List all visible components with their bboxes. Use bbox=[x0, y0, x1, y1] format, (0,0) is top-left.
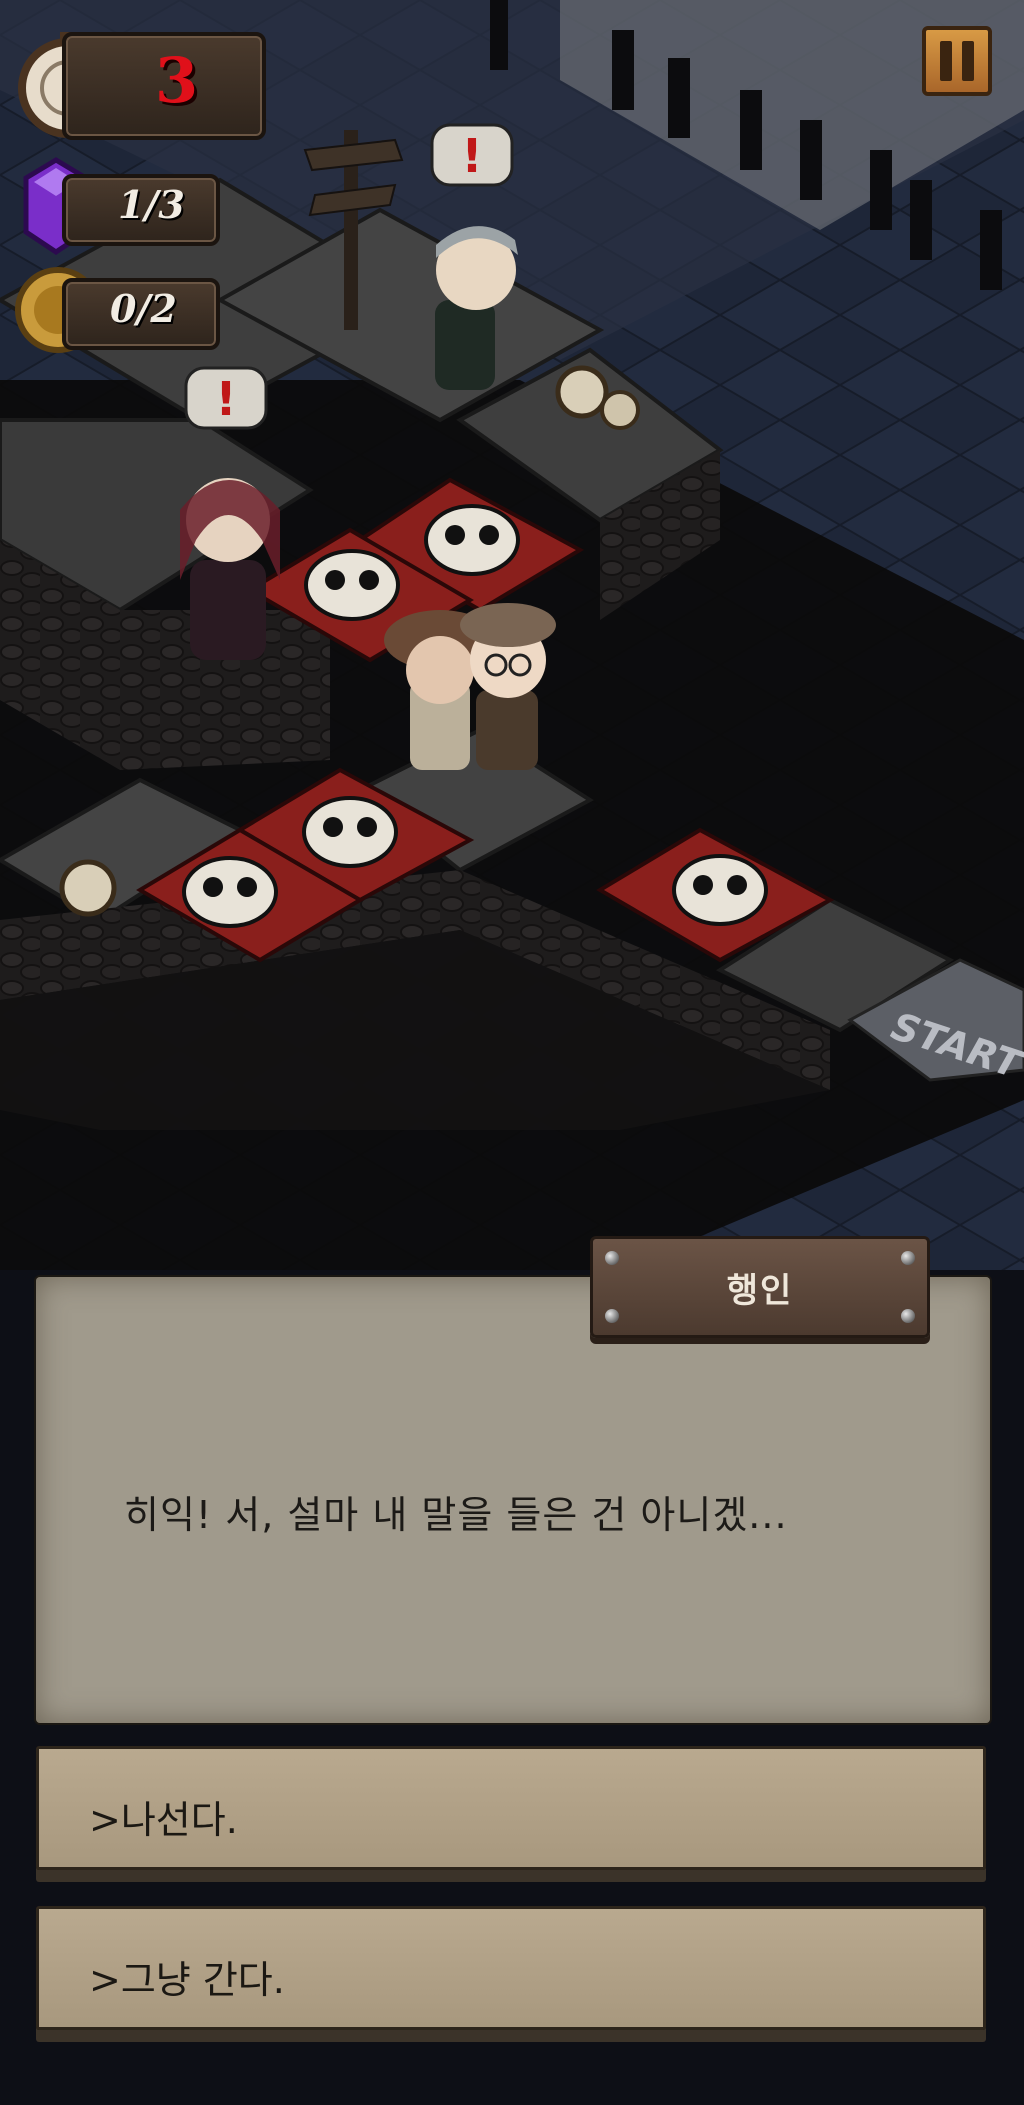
choice-label: >그냥 간다. bbox=[89, 1958, 285, 2002]
choice-label: >나선다. bbox=[89, 1798, 238, 1842]
rivet bbox=[901, 1251, 915, 1265]
pause-icon bbox=[940, 41, 952, 81]
dialog-text: 히익! 서, 설마 내 말을 들은 건 아니겠... bbox=[124, 1493, 788, 1537]
speaker-nameplate: 행인 bbox=[590, 1236, 930, 1338]
rivet bbox=[605, 1251, 619, 1265]
speaker-name: 행인 bbox=[726, 1270, 794, 1311]
pocket-watch-pickup bbox=[59, 859, 117, 917]
gem-counter: 1/3 bbox=[118, 182, 185, 227]
turn-counter: 3 bbox=[155, 44, 199, 117]
alert-bubble: ! bbox=[184, 366, 268, 430]
coin-counter: 0/2 bbox=[110, 286, 177, 331]
pause-button[interactable] bbox=[922, 26, 992, 96]
rivet bbox=[605, 1309, 619, 1323]
choice-button[interactable]: >나선다. bbox=[36, 1746, 986, 1870]
svg-text:!: ! bbox=[216, 372, 237, 426]
pause-icon bbox=[962, 41, 974, 81]
alert-bubble: ! bbox=[430, 123, 514, 187]
choice-button[interactable]: >그냥 간다. bbox=[36, 1906, 986, 2030]
rivet bbox=[901, 1309, 915, 1323]
svg-text:!: ! bbox=[462, 129, 483, 183]
